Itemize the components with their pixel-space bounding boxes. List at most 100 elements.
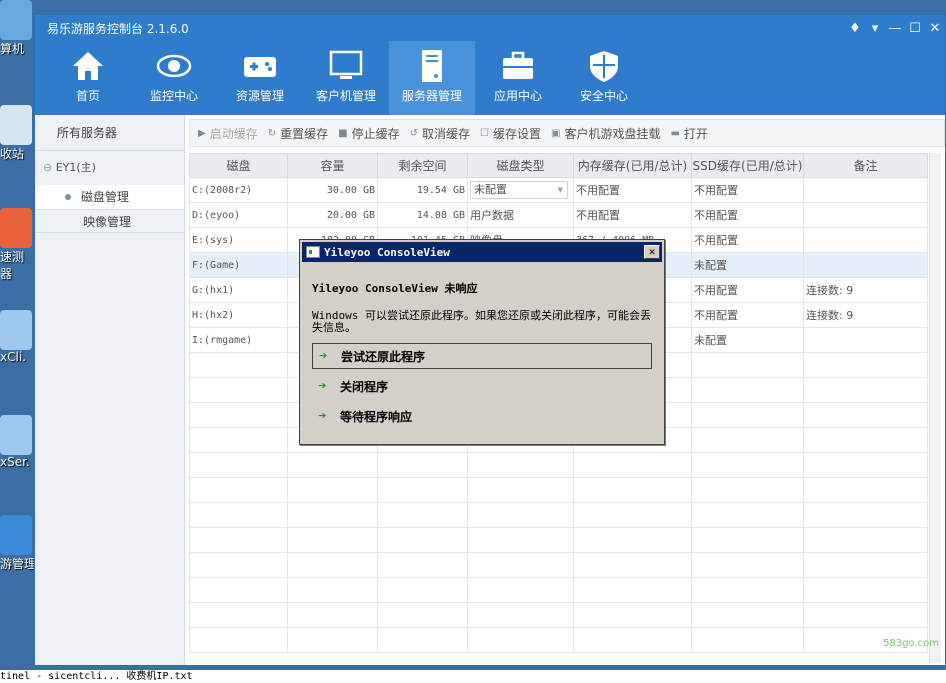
disk-type-select[interactable]: 未配置 <box>470 181 568 199</box>
table-cell <box>467 627 574 653</box>
table-cell <box>691 377 804 403</box>
table-cell <box>189 502 288 528</box>
sidebar-item-image-management[interactable]: 映像管理 <box>35 209 184 233</box>
toolbar-button-label: 客户机游戏盘挂载 <box>564 126 661 141</box>
column-header[interactable]: 剩余空间 <box>377 153 468 178</box>
column-header[interactable]: 备注 <box>803 153 928 178</box>
toolbar-button-label: 停止缓存 <box>351 126 400 141</box>
mount-icon: ▣ <box>550 127 561 139</box>
table-cell <box>803 477 928 503</box>
table-cell <box>287 577 378 603</box>
table-cell <box>189 552 288 578</box>
table-cell <box>377 552 468 578</box>
column-header[interactable]: 内存缓存(已用/总计) <box>573 153 692 178</box>
skin-icon[interactable]: ♦ <box>845 21 865 36</box>
table-cell: D:(eyoo) <box>189 202 288 228</box>
server-icon <box>414 49 450 83</box>
table-cell <box>287 452 378 478</box>
column-header[interactable]: 磁盘 <box>189 153 288 178</box>
table-cell: 不用配置 <box>691 302 804 328</box>
dialog-heading: Yileyoo ConsoleView 未响应 <box>312 282 478 295</box>
table-cell <box>467 477 574 503</box>
nav-item-5[interactable]: 应用中心 <box>475 41 561 115</box>
title-bar[interactable]: 易乐游服务控制台 2.1.6.0 ♦ ▾ — ☐ ✕ <box>35 15 945 41</box>
table-cell <box>803 352 928 378</box>
table-cell: H:(hx2) <box>189 302 288 328</box>
app-icon <box>306 246 320 258</box>
desktop-icon-label: xCli. <box>0 350 26 364</box>
table-cell <box>467 527 574 553</box>
table-cell <box>287 602 378 628</box>
table-cell <box>189 402 288 428</box>
nav-item-6[interactable]: 安全中心 <box>561 41 647 115</box>
toolbar-button-4[interactable]: ☐ 缓存设置 <box>480 125 541 142</box>
toolbar-button-label: 启动缓存 <box>209 126 258 141</box>
table-cell: 连接数: 9 <box>803 302 928 328</box>
sidebar-header[interactable]: 所有服务器 <box>35 115 184 151</box>
table-cell <box>287 552 378 578</box>
shield-icon <box>586 49 622 83</box>
table-row[interactable]: C:(2008r2)30.00 GB19.54 GB未配置不用配置不用配置 <box>189 177 928 203</box>
toolbar-button-1[interactable]: ↻ 重置缓存 <box>268 125 328 142</box>
table-row[interactable]: D:(eyoo) 20.00 GB 14.08 GB 用户数据 不用配置 不用配置 <box>189 202 928 228</box>
column-header[interactable]: 容量 <box>287 153 378 178</box>
nav-item-2[interactable]: 资源管理 <box>217 41 303 115</box>
desktop-icon[interactable]: 速测 器 <box>0 208 34 282</box>
maximize-button[interactable]: ☐ <box>905 21 925 36</box>
top-navigation: 首页 监控中心 资源管理 客户机管理 服务器管理 应用中心 安全中心 <box>35 41 945 115</box>
toolbar-button-6[interactable]: ▬ 打开 <box>670 125 707 142</box>
table-cell <box>691 427 804 453</box>
dialog-title-bar[interactable]: Yileyoo ConsoleView ✕ <box>302 242 662 262</box>
desktop-icon-label: xSer. <box>0 455 30 469</box>
close-program-option[interactable]: ➔ 关闭程序 <box>312 373 652 399</box>
desktop-icon[interactable]: xCli. <box>0 310 34 364</box>
column-header[interactable]: SSD缓存(已用/总计) <box>691 153 804 178</box>
desktop-icon[interactable]: xSer. <box>0 415 34 469</box>
nav-item-4[interactable]: 服务器管理 <box>389 41 475 115</box>
toolbar-button-2[interactable]: ■ 停止缓存 <box>338 125 399 142</box>
table-cell <box>189 477 288 503</box>
collapse-icon[interactable]: ⊖ <box>43 161 52 174</box>
sidebar-server-node[interactable]: ⊖ EY1(主) <box>35 151 184 185</box>
desktop-icon[interactable]: 收站 <box>0 105 34 162</box>
table-cell <box>803 177 928 203</box>
toolbar-button-3[interactable]: ↺ 取消缓存 <box>410 125 470 142</box>
table-cell <box>189 577 288 603</box>
table-cell: 未配置 <box>467 177 574 203</box>
restore-program-option[interactable]: ➔ 尝试还原此程序 <box>312 343 652 369</box>
menu-dropdown-icon[interactable]: ▾ <box>865 21 885 36</box>
wait-program-option[interactable]: ➔ 等待程序响应 <box>312 403 652 429</box>
dialog-message: Windows 可以尝试还原此程序。如果您还原或关闭此程序，可能会丢失信息。 <box>312 309 651 334</box>
nav-item-0[interactable]: 首页 <box>45 41 131 115</box>
window-title: 易乐游服务控制台 2.1.6.0 <box>47 21 189 36</box>
checkbox-icon: ☐ <box>480 127 489 139</box>
desktop-icon-label: 游管理 <box>0 557 37 571</box>
desktop-icon[interactable]: 游管理 <box>0 515 37 572</box>
table-cell: 不用配置 <box>691 202 804 228</box>
minimize-button[interactable]: — <box>885 21 905 36</box>
column-header[interactable]: 磁盘类型 <box>467 153 574 178</box>
nav-item-3[interactable]: 客户机管理 <box>303 41 389 115</box>
sidebar: 所有服务器 ⊖ EY1(主) 磁盘管理 映像管理 <box>35 115 185 665</box>
sidebar-item-disk-management[interactable]: 磁盘管理 <box>35 185 184 209</box>
table-cell <box>467 577 574 603</box>
option-label: 关闭程序 <box>340 379 389 394</box>
dialog-close-button[interactable]: ✕ <box>644 245 660 259</box>
table-cell <box>803 227 928 253</box>
toolbar-button-label: 重置缓存 <box>280 126 329 141</box>
table-header: 磁盘 容量 剩余空间 磁盘类型 内存缓存(已用/总计) SSD缓存(已用/总计) 备注 <box>189 153 928 178</box>
table-cell <box>803 552 928 578</box>
table-cell <box>287 527 378 553</box>
table-cell: C:(2008r2) <box>189 177 288 203</box>
table-cell <box>467 602 574 628</box>
toolbar-button-5[interactable]: ▣ 客户机游戏盘挂载 <box>551 125 660 142</box>
vertical-scrollbar[interactable] <box>929 153 941 663</box>
table-cell <box>803 527 928 553</box>
green-arrow-icon: ➔ <box>318 378 327 394</box>
close-button[interactable]: ✕ <box>925 21 945 36</box>
table-cell <box>803 452 928 478</box>
nav-item-1[interactable]: 监控中心 <box>131 41 217 115</box>
green-arrow-icon: ➔ <box>318 408 327 424</box>
toolbar-button-0[interactable]: ▶ 启动缓存 <box>198 125 258 142</box>
desktop-icon[interactable]: 算机 <box>0 0 34 57</box>
